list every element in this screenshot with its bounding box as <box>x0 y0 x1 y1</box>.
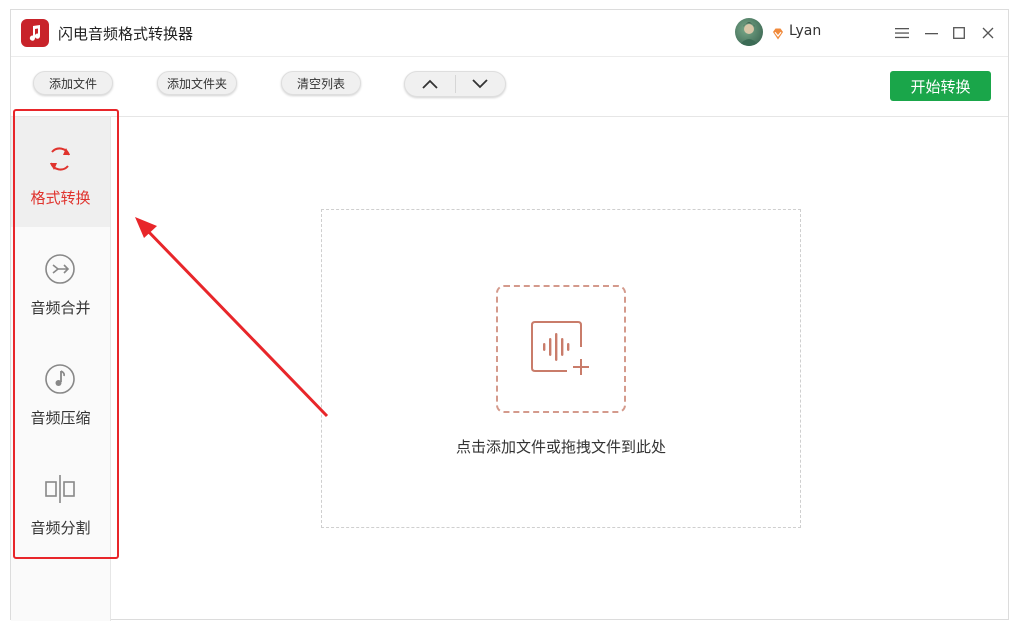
app-window: 闪电音频格式转换器 Lyan 添加文件 添加文件夹 清空列表 开始转换 格式转换… <box>10 9 1009 621</box>
clear-list-button[interactable]: 清空列表 <box>281 71 361 95</box>
add-file-button[interactable]: 添加文件 <box>33 71 113 95</box>
sidebar-item-audio-compress[interactable]: 音频压缩 <box>11 337 110 447</box>
sidebar-item-label: 音频分割 <box>30 519 91 537</box>
sidebar-item-audio-split[interactable]: 音频分割 <box>11 447 110 557</box>
audio-add-icon <box>531 321 589 375</box>
avatar[interactable] <box>735 18 763 46</box>
sidebar: 格式转换 音频合并 音频压缩 音频分割 <box>11 117 111 621</box>
refresh-icon <box>50 147 70 171</box>
vip-diamond-icon <box>771 26 785 45</box>
start-convert-button[interactable]: 开始转换 <box>890 71 991 101</box>
maximize-icon[interactable] <box>948 22 970 44</box>
move-down-button[interactable] <box>456 72 506 96</box>
sidebar-item-label: 音频合并 <box>30 299 91 317</box>
music-note-logo-icon <box>21 19 49 47</box>
add-file-area[interactable] <box>496 285 626 413</box>
merge-icon <box>45 254 75 284</box>
split-icon <box>45 475 75 503</box>
music-note-icon <box>45 364 75 394</box>
username[interactable]: Lyan <box>789 23 821 39</box>
toolbar: 添加文件 添加文件夹 清空列表 开始转换 <box>11 57 1008 117</box>
sidebar-item-label: 音频压缩 <box>30 409 91 427</box>
sidebar-item-audio-merge[interactable]: 音频合并 <box>11 227 110 337</box>
title-bar: 闪电音频格式转换器 Lyan <box>11 10 1008 57</box>
add-folder-button[interactable]: 添加文件夹 <box>157 71 237 95</box>
sidebar-item-label: 格式转换 <box>30 189 91 207</box>
chevron-down-icon <box>472 79 488 89</box>
sidebar-item-format-convert[interactable]: 格式转换 <box>11 117 110 227</box>
minimize-icon[interactable] <box>920 22 942 44</box>
chevron-up-icon <box>422 79 438 89</box>
move-buttons <box>404 71 506 97</box>
file-drop-zone[interactable]: 点击添加文件或拖拽文件到此处 <box>321 209 801 528</box>
close-icon[interactable] <box>977 22 999 44</box>
move-up-button[interactable] <box>405 72 455 96</box>
menu-icon[interactable] <box>891 22 913 44</box>
drop-hint-text: 点击添加文件或拖拽文件到此处 <box>455 438 666 456</box>
app-title: 闪电音频格式转换器 <box>58 25 194 43</box>
